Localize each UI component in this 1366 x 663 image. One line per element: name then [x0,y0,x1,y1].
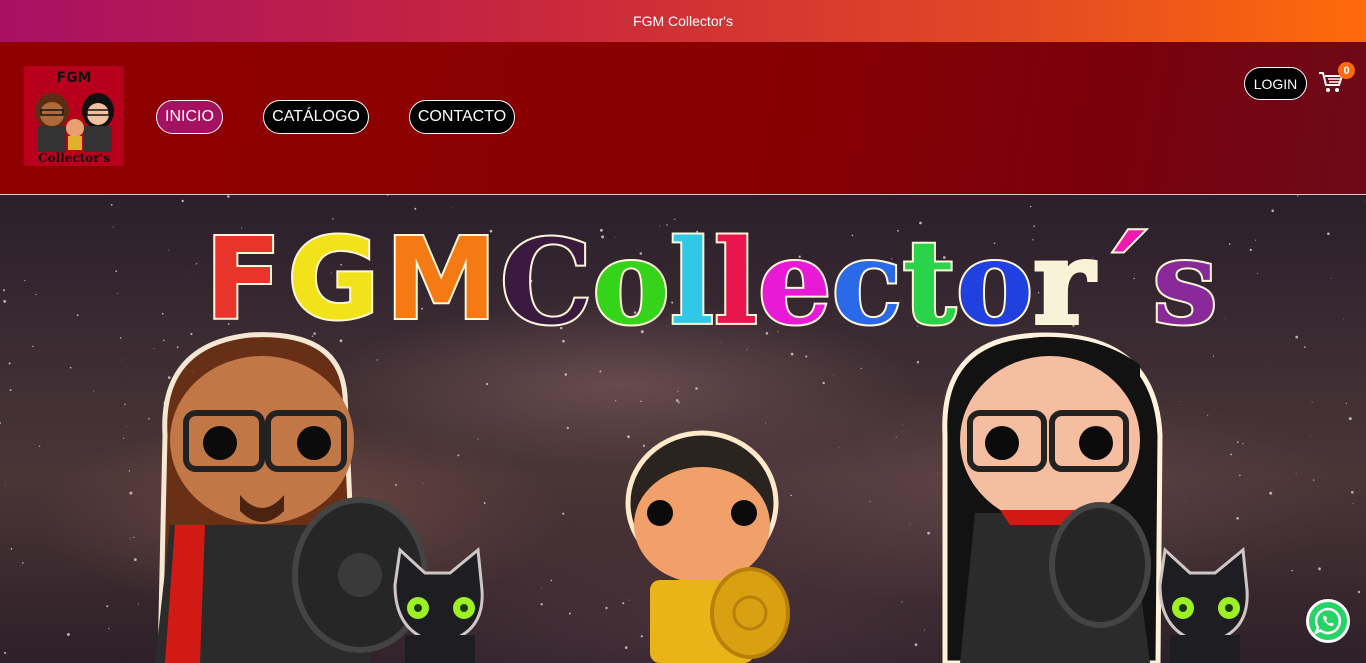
announcement-bar: FGM Collector's [0,0,1366,42]
right-cat-figure [1158,546,1249,663]
banner-title-collectors: Collector´s [500,215,1218,351]
logo-text-top: FGM [57,70,92,86]
nav-contacto[interactable]: CONTACTO [409,100,515,134]
logo-text-bottom: Collector's [38,151,110,165]
banner-title-fgm: FGM [205,215,503,345]
left-cat-figure [393,546,484,663]
hero-banner: FGM Collector´s [0,195,1366,663]
cart-count-badge: 0 [1338,62,1355,79]
whatsapp-icon[interactable] [1306,599,1350,643]
right-funko-figure [942,332,1163,663]
announcement-text: FGM Collector's [633,13,733,29]
nav-catalogo[interactable]: CATÁLOGO [263,100,369,134]
center-funko-figure [625,430,790,663]
hero-artwork: FGM Collector´s [0,195,1365,663]
nav-inicio[interactable]: INICIO [156,100,223,134]
login-button[interactable]: LOGIN [1244,67,1307,100]
site-header: FGM Collector's INICIO CATÁLOGO CONTACTO… [0,42,1366,195]
left-funko-figure [155,332,428,663]
site-logo[interactable]: FGM Collector's [24,66,124,166]
